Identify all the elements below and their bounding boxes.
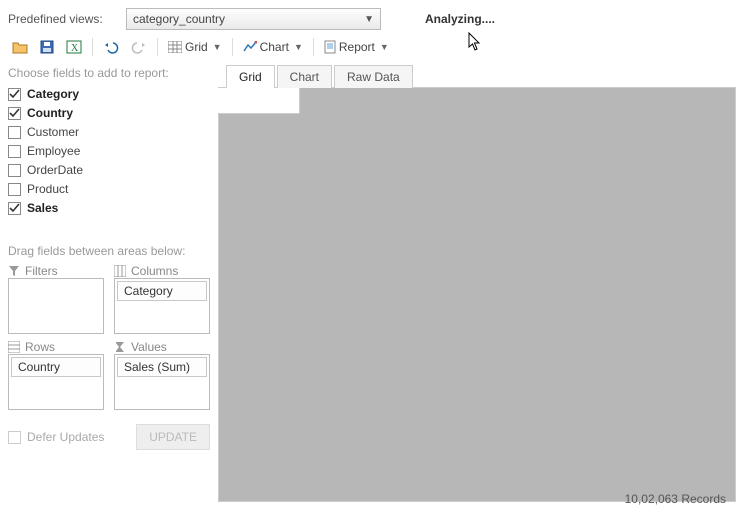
save-button[interactable]	[36, 38, 58, 56]
field-label: Customer	[27, 125, 79, 139]
report-button-label: Report	[339, 40, 375, 54]
field-checkbox-category[interactable]: Category	[8, 86, 210, 102]
records-status: 10,02,063 Records	[625, 492, 726, 506]
update-button: UPDATE	[136, 424, 210, 450]
values-area-header: Values	[114, 340, 210, 354]
checkbox-icon	[8, 183, 21, 196]
rows-area-header: Rows	[8, 340, 104, 354]
filters-dropzone[interactable]	[8, 278, 104, 334]
row-field-tag[interactable]: Country	[11, 357, 101, 377]
rows-icon	[8, 341, 20, 353]
view-tabs: Grid Chart Raw Data	[218, 64, 736, 88]
columns-dropzone[interactable]: Category	[114, 278, 210, 334]
rows-dropzone[interactable]: Country	[8, 354, 104, 410]
grid-icon	[168, 41, 182, 53]
tab-rawdata[interactable]: Raw Data	[334, 65, 413, 88]
values-dropzone[interactable]: Sales (Sum)	[114, 354, 210, 410]
checkbox-icon	[8, 431, 21, 444]
export-excel-button[interactable]: X	[62, 38, 86, 56]
defer-updates-checkbox[interactable]: Defer Updates	[8, 430, 104, 444]
columns-area-header: Columns	[114, 264, 210, 278]
field-label: OrderDate	[27, 163, 83, 177]
open-folder-button[interactable]	[8, 38, 32, 56]
chart-button-label: Chart	[260, 40, 289, 54]
values-label: Values	[131, 340, 167, 354]
field-label: Employee	[27, 144, 80, 158]
sigma-icon	[114, 341, 126, 353]
choose-fields-hint: Choose fields to add to report:	[8, 66, 210, 80]
field-checkbox-customer[interactable]: Customer	[8, 124, 210, 140]
predefined-views-value: category_country	[133, 12, 225, 26]
tab-grid[interactable]: Grid	[226, 65, 275, 88]
field-list: Category Country Customer Employee OrderDate…	[8, 86, 210, 222]
chevron-down-icon: ▼	[364, 14, 374, 25]
drag-fields-hint: Drag fields between areas below:	[8, 244, 210, 258]
svg-text:X: X	[71, 43, 79, 54]
checkbox-icon	[8, 107, 21, 120]
toolbar-separator	[92, 38, 93, 56]
filter-icon	[8, 265, 20, 277]
checkbox-icon	[8, 145, 21, 158]
field-label: Product	[27, 182, 68, 196]
grid-button-label: Grid	[185, 40, 208, 54]
filters-label: Filters	[25, 264, 58, 278]
analyzing-status: Analyzing....	[425, 12, 495, 26]
column-field-tag[interactable]: Category	[117, 281, 207, 301]
columns-icon	[114, 265, 126, 277]
toolbar-separator	[157, 38, 158, 56]
predefined-views-select[interactable]: category_country ▼	[126, 8, 381, 30]
defer-updates-label: Defer Updates	[27, 430, 104, 444]
report-dropdown-button[interactable]: Report ▼	[320, 38, 393, 56]
chart-dropdown-button[interactable]: Chart ▼	[239, 38, 307, 56]
checkbox-icon	[8, 164, 21, 177]
grid-view-area	[218, 88, 736, 502]
chart-icon	[243, 41, 257, 53]
report-icon	[324, 40, 336, 54]
checkbox-icon	[8, 88, 21, 101]
checkbox-icon	[8, 202, 21, 215]
tab-chart[interactable]: Chart	[277, 65, 332, 88]
undo-button[interactable]	[99, 38, 123, 56]
field-label: Sales	[27, 201, 58, 215]
field-label: Country	[27, 106, 73, 120]
grid-dropdown-button[interactable]: Grid ▼	[164, 38, 226, 56]
chevron-down-icon: ▼	[294, 42, 303, 52]
toolbar-separator	[232, 38, 233, 56]
redo-button[interactable]	[127, 38, 151, 56]
chevron-down-icon: ▼	[213, 42, 222, 52]
toolbar-separator	[313, 38, 314, 56]
field-checkbox-employee[interactable]: Employee	[8, 143, 210, 159]
field-checkbox-sales[interactable]: Sales	[8, 200, 210, 216]
field-checkbox-country[interactable]: Country	[8, 105, 210, 121]
field-checkbox-orderdate[interactable]: OrderDate	[8, 162, 210, 178]
field-label: Category	[27, 87, 79, 101]
value-field-tag[interactable]: Sales (Sum)	[117, 357, 207, 377]
main-toolbar: X Grid ▼ Chart ▼ Report ▼	[0, 34, 736, 64]
filters-area-header: Filters	[8, 264, 104, 278]
predefined-views-label: Predefined views:	[8, 12, 118, 26]
chevron-down-icon: ▼	[380, 42, 389, 52]
columns-label: Columns	[131, 264, 178, 278]
field-checkbox-product[interactable]: Product	[8, 181, 210, 197]
rows-label: Rows	[25, 340, 55, 354]
checkbox-icon	[8, 126, 21, 139]
